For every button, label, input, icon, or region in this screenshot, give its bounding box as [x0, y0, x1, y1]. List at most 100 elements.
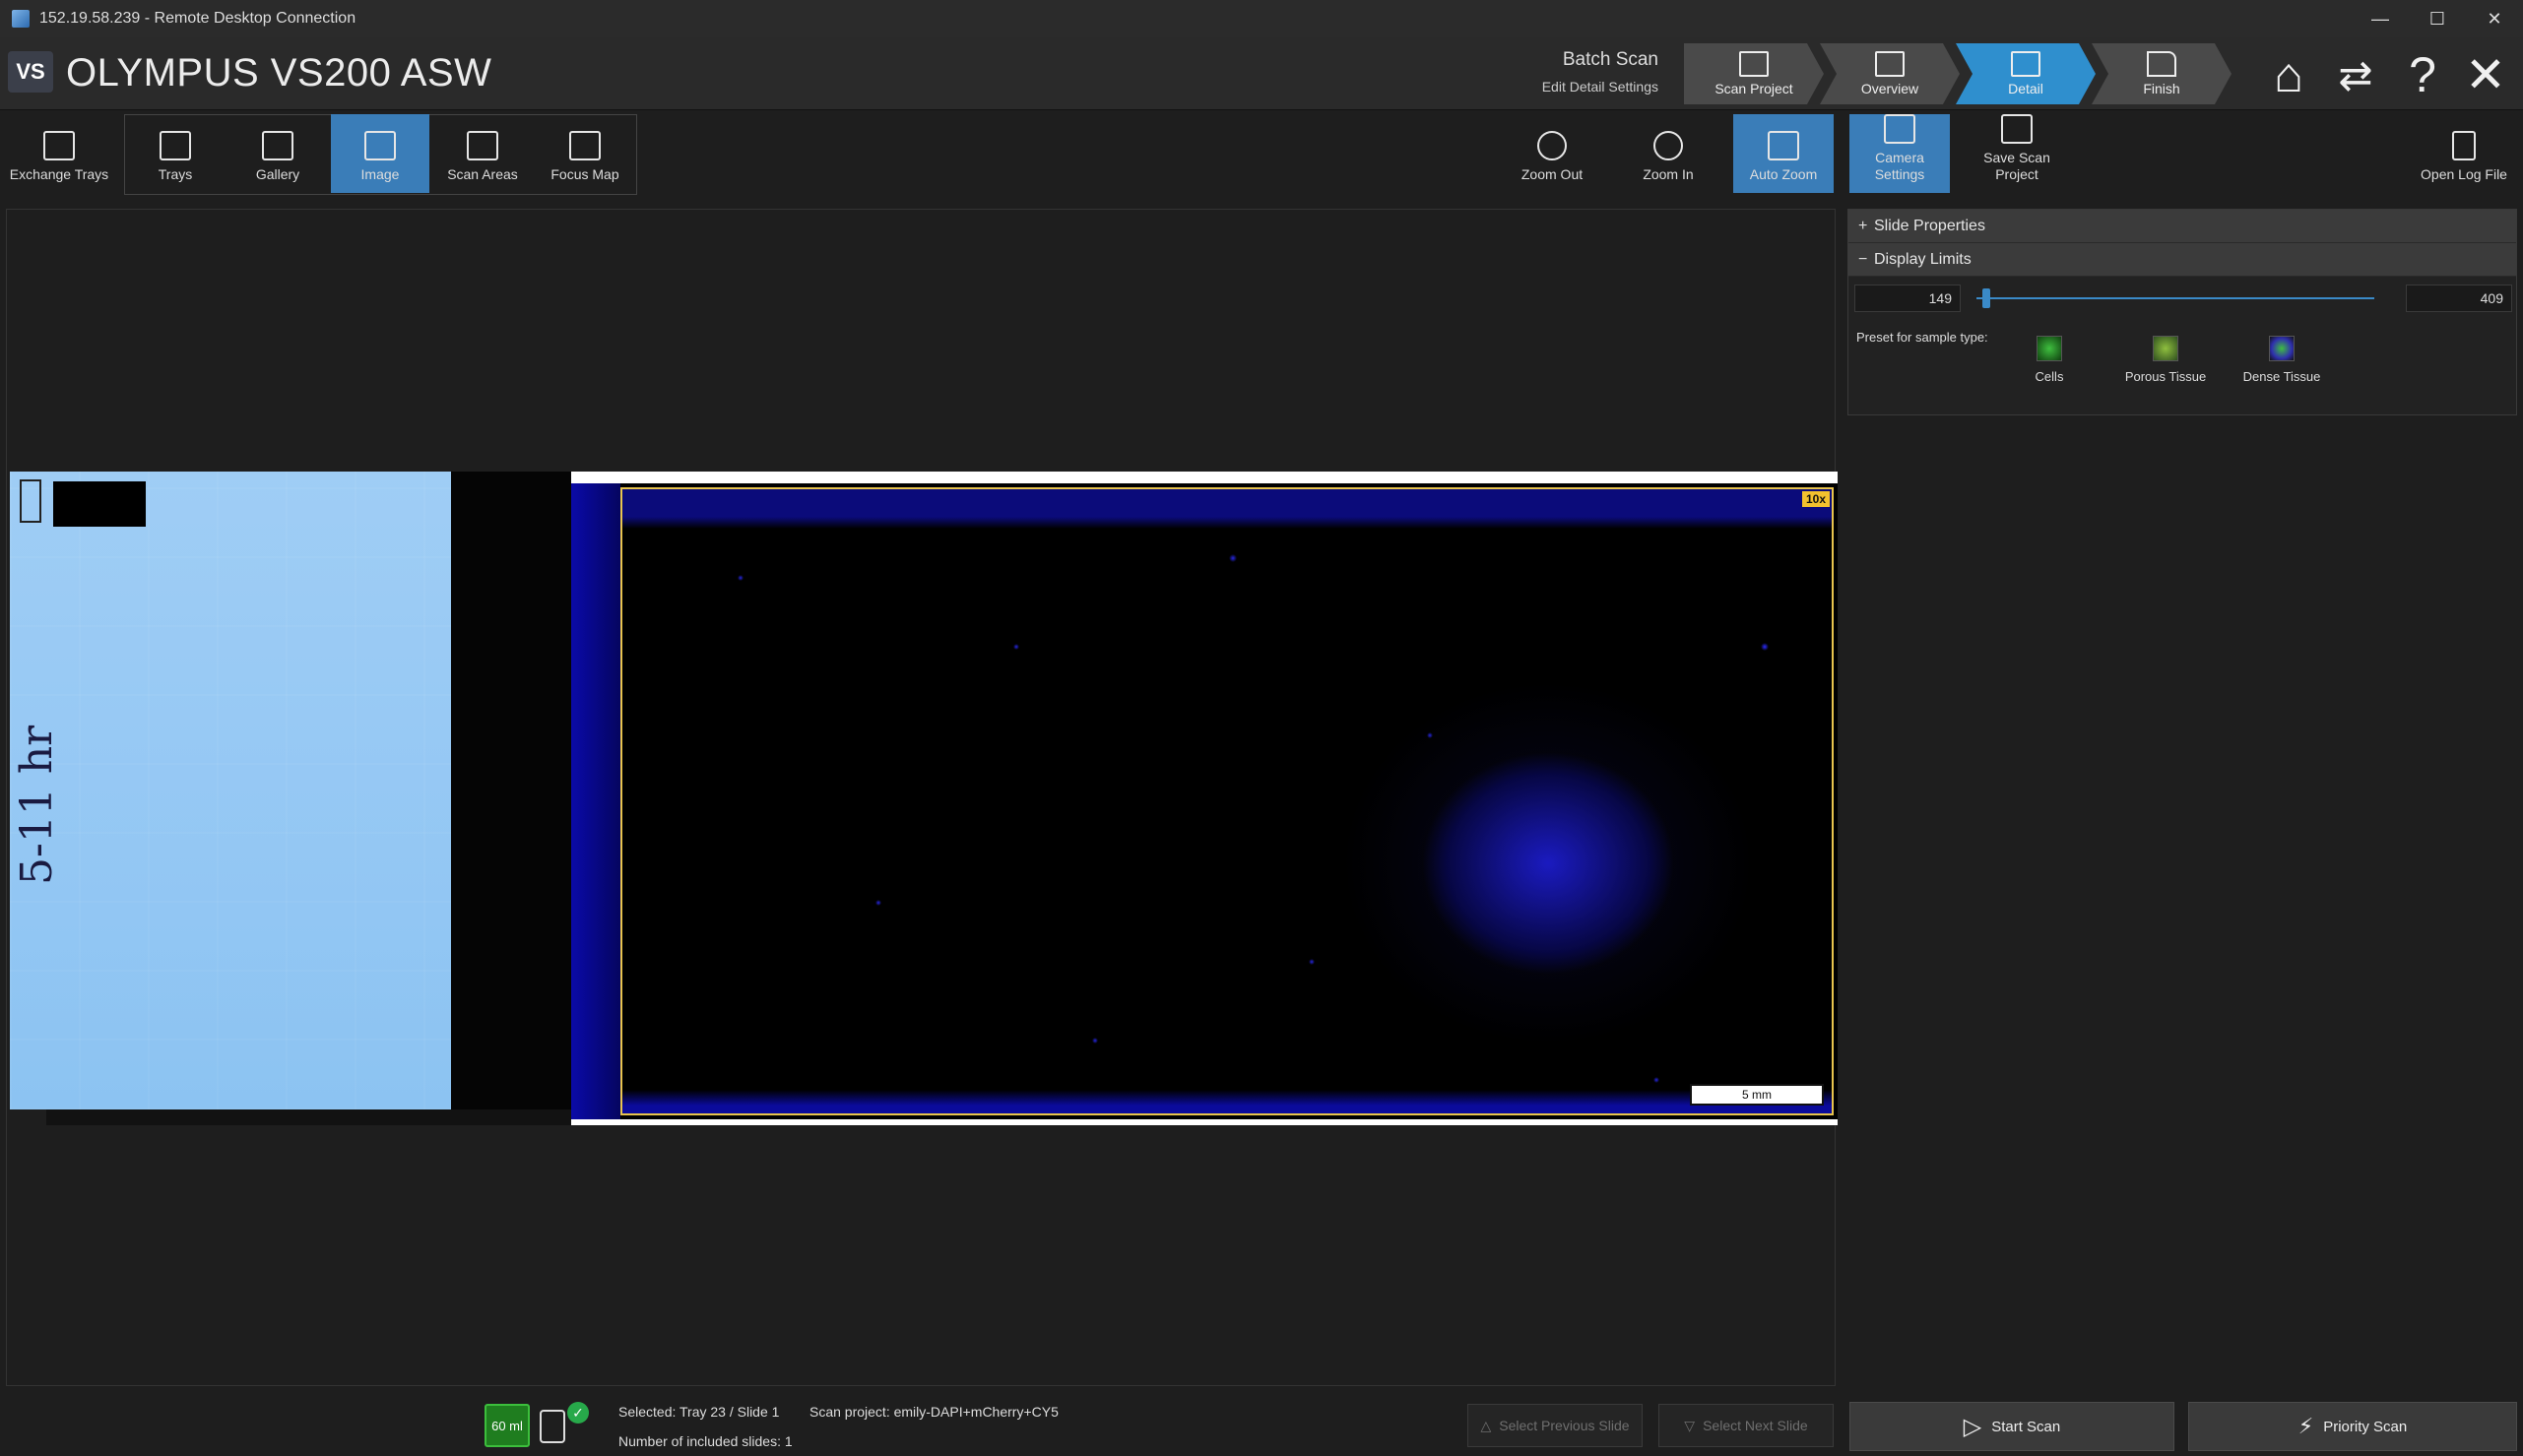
- finish-flag-icon: [2147, 51, 2176, 77]
- gallery-button[interactable]: Gallery: [228, 114, 327, 193]
- scan-areas-button[interactable]: Scan Areas: [433, 114, 532, 193]
- button-label: Exchange Trays: [9, 166, 109, 182]
- window-controls: — ☐ ✕: [2352, 0, 2523, 37]
- priority-scan-icon: ⚡: [2297, 1414, 2314, 1438]
- help-icon[interactable]: ?: [2397, 47, 2448, 102]
- button-label: Auto Zoom: [1749, 166, 1818, 182]
- step-scan-project[interactable]: Scan Project: [1684, 43, 1824, 104]
- collapse-icon: −: [1858, 250, 1868, 268]
- trays-button[interactable]: Trays: [126, 114, 225, 193]
- window-close-button[interactable]: ✕: [2466, 0, 2523, 37]
- priority-scan-button[interactable]: ⚡ Priority Scan: [2188, 1402, 2517, 1451]
- slide-viewer[interactable]: 5-11 hr 10x 5 mm: [6, 209, 1838, 1386]
- gallery-icon: [262, 131, 293, 160]
- remote-desktop-icon: [12, 10, 30, 28]
- detail-icon: [2011, 51, 2040, 77]
- step-overview[interactable]: Overview: [1820, 43, 1960, 104]
- save-scan-project-button[interactable]: Save Scan Project: [1966, 114, 2068, 193]
- open-log-file-button[interactable]: Open Log File: [2413, 114, 2515, 193]
- step-finish[interactable]: Finish: [2092, 43, 2232, 104]
- scale-bar: 5 mm: [1690, 1084, 1824, 1106]
- play-icon: ▷: [1963, 1413, 1982, 1440]
- slide-bottom-edge: [46, 1109, 578, 1125]
- button-label: Focus Map: [550, 166, 619, 182]
- slide-properties-header[interactable]: + Slide Properties: [1848, 210, 2516, 243]
- preset-label: Preset for sample type:: [1856, 330, 1988, 345]
- button-label: Image: [360, 166, 400, 182]
- cells-icon: [2037, 336, 2062, 361]
- up-arrow-icon: △: [1480, 1417, 1492, 1433]
- preset-dense-tissue[interactable]: Dense Tissue: [2232, 336, 2331, 384]
- app-header: VS OLYMPUS VS200 ASW Batch Scan Edit Det…: [0, 37, 2523, 110]
- scan-project-text: Scan project: emily-DAPI+mCherry+CY5: [809, 1404, 1059, 1420]
- start-scan-button[interactable]: ▷ Start Scan: [1849, 1402, 2174, 1451]
- preset-label: Dense Tissue: [2242, 369, 2321, 384]
- preset-cells[interactable]: Cells: [2000, 336, 2099, 384]
- image-button[interactable]: Image: [331, 114, 429, 193]
- expand-icon: +: [1858, 217, 1868, 234]
- step-detail[interactable]: Detail: [1956, 43, 2096, 104]
- button-label: Camera Settings: [1874, 150, 1925, 182]
- app-root: 152.19.58.239 - Remote Desktop Connectio…: [0, 0, 2523, 1456]
- button-label: Gallery: [255, 166, 300, 182]
- app-close-icon[interactable]: ✕: [2460, 47, 2511, 102]
- scan-image[interactable]: 10x 5 mm: [571, 472, 1838, 1125]
- step-label: Detail: [2008, 81, 2043, 96]
- magnification-badge: 10x: [1801, 491, 1830, 507]
- preset-label: Porous Tissue: [2124, 369, 2207, 384]
- zoom-out-button[interactable]: Zoom Out: [1503, 114, 1601, 193]
- button-label: Priority Scan: [2323, 1418, 2408, 1435]
- button-label: Zoom In: [1643, 166, 1694, 182]
- button-label: Scan Areas: [447, 166, 518, 182]
- min-limit-handle[interactable]: [1982, 288, 1990, 308]
- min-limit-input[interactable]: 149: [1854, 285, 1961, 312]
- auto-zoom-icon: [1768, 131, 1799, 160]
- overview-icon: [1875, 51, 1905, 77]
- app-title: OLYMPUS VS200 ASW: [66, 51, 492, 95]
- focus-map-icon: [569, 131, 601, 160]
- fluorescence-image: 10x 5 mm: [571, 483, 1838, 1119]
- display-limits-header[interactable]: − Display Limits: [1848, 243, 2516, 277]
- focus-map-button[interactable]: Focus Map: [536, 114, 634, 193]
- down-arrow-icon: ▽: [1684, 1417, 1696, 1433]
- exchange-trays-button[interactable]: Exchange Trays: [6, 114, 112, 193]
- section-title: Display Limits: [1874, 250, 1972, 268]
- select-next-slide-button[interactable]: ▽ Select Next Slide: [1658, 1404, 1834, 1447]
- mode-title: Batch Scan: [1562, 49, 1658, 70]
- slide-edge: [451, 472, 577, 1109]
- mode-subtitle: Edit Detail Settings: [1541, 79, 1658, 95]
- camera-settings-button[interactable]: Camera Settings: [1849, 114, 1950, 193]
- zoom-in-icon: [1653, 131, 1683, 160]
- scan-project-icon: [1739, 51, 1769, 77]
- preset-label: Cells: [2035, 369, 2064, 384]
- minimize-button[interactable]: —: [2352, 0, 2409, 37]
- workflow-steps: Scan Project Overview Detail Finish: [1684, 43, 2232, 104]
- exchange-trays-icon: [43, 131, 75, 160]
- porous-tissue-icon: [2153, 336, 2178, 361]
- step-label: Scan Project: [1714, 81, 1793, 96]
- image-margin: [571, 483, 620, 1119]
- max-limit-input[interactable]: 409: [2406, 285, 2512, 312]
- window-title: 152.19.58.239 - Remote Desktop Connectio…: [39, 10, 356, 27]
- swap-icon[interactable]: ⇄: [2330, 49, 2381, 100]
- section-title: Slide Properties: [1874, 217, 1985, 234]
- vs-logo-icon: VS: [8, 51, 53, 93]
- step-label: Finish: [2143, 81, 2180, 96]
- auto-zoom-button[interactable]: Auto Zoom: [1733, 114, 1834, 193]
- check-icon: ✓: [567, 1402, 589, 1424]
- scan-area-frame[interactable]: 10x 5 mm: [620, 487, 1834, 1115]
- handwritten-label: 5-11 hr: [12, 725, 62, 885]
- status-bar: 60 ml ✓ Selected: Tray 23 / Slide 1 Numb…: [0, 1388, 2523, 1456]
- home-icon[interactable]: ⌂: [2263, 47, 2314, 102]
- limits-slider-track[interactable]: [1976, 297, 2374, 299]
- zoom-in-button[interactable]: Zoom In: [1619, 114, 1717, 193]
- select-previous-slide-button[interactable]: △ Select Previous Slide: [1467, 1404, 1643, 1447]
- button-label: Start Scan: [1991, 1418, 2061, 1435]
- dense-tissue-icon: [2269, 336, 2295, 361]
- image-icon: [364, 131, 396, 160]
- maximize-button[interactable]: ☐: [2409, 0, 2466, 37]
- button-label: Zoom Out: [1520, 166, 1584, 182]
- preset-porous-tissue[interactable]: Porous Tissue: [2116, 336, 2215, 384]
- label-marker: [20, 479, 41, 523]
- redacted-label: [53, 481, 146, 527]
